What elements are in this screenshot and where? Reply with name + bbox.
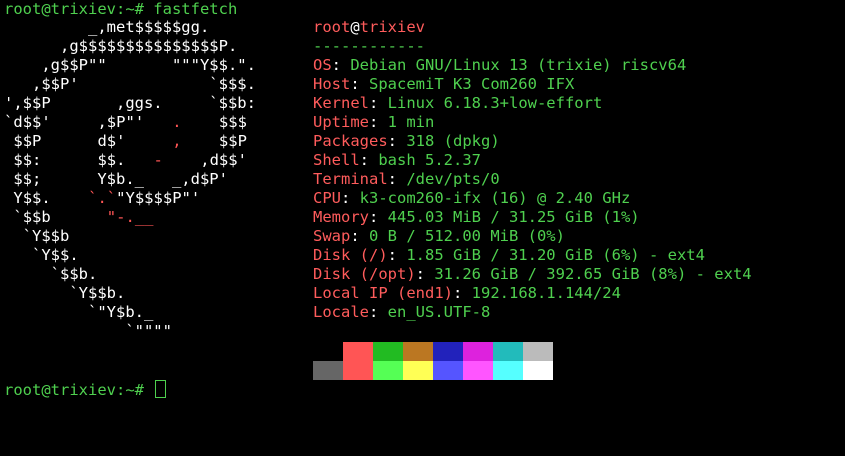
logo-line: `Y$$b [4,227,70,245]
info-key: OS [313,56,332,74]
palette-swatch-bright [313,361,343,380]
logo-line: ,g$$P"" """Y$$.". [4,56,256,74]
info-row: Local IP (end1): 192.168.1.144/24 [313,284,621,302]
user-host-header: root@trixiev [313,18,752,37]
info-value: en_US.UTF-8 [387,303,491,321]
info-row: OS: Debian GNU/Linux 13 (trixie) riscv64 [313,56,687,74]
info-row: Memory: 445.03 MiB / 31.25 GiB (1%) [313,208,640,226]
info-row: Locale: en_US.UTF-8 [313,303,491,321]
color-palette [313,342,553,380]
header-separator: ------------ [313,37,425,55]
palette-swatch-bright [373,361,403,380]
palette-swatch [463,342,493,361]
info-key: Locale [313,303,369,321]
debian-logo-ascii: _,met$$$$$gg. ,g$$$$$$$$$$$$$$$P. ,g$$P"… [4,18,256,341]
palette-swatch [373,342,403,361]
info-key: CPU [313,189,341,207]
info-value: 192.168.1.144/24 [471,284,621,302]
info-value: SpacemiT K3 Com260 IFX [369,75,575,93]
palette-swatch-bright [463,361,493,380]
logo-line: ,g$$$$$$$$$$$$$$$P. [4,37,238,55]
palette-swatch [313,342,343,361]
logo-line: ',$$P ,ggs. `$$b: [4,94,256,112]
logo-line: `Y$$b. [4,284,126,302]
palette-swatch-bright [523,361,553,380]
final-prompt-line: root@trixiev:~# [4,380,167,400]
info-key: Local IP (end1) [313,284,453,302]
at-sign: @ [350,18,360,36]
logo-line: `"""" [4,322,172,340]
palette-swatch-bright [403,361,433,380]
info-value: Linux 6.18.3+low-effort [387,94,603,112]
info-row: Host: SpacemiT K3 Com260 IFX [313,75,575,93]
palette-swatch [433,342,463,361]
palette-swatch-bright [493,361,523,380]
palette-normal-row [313,342,553,361]
info-row: Swap: 0 B / 512.00 MiB (0%) [313,227,565,245]
info-value: 1.85 GiB / 31.20 GiB (6%) - ext4 [406,246,705,264]
info-value: 0 B / 512.00 MiB (0%) [369,227,565,245]
hostname: trixiev [359,18,425,36]
info-value: 445.03 MiB / 31.25 GiB (1%) [387,208,640,226]
info-row: CPU: k3-com260-ifx (16) @ 2.40 GHz [313,189,631,207]
logo-line: $$P d$' , $$P [13,132,247,150]
logo-line: Y$$. `.`"Y$$$$P"' [13,189,201,207]
info-value: 318 (dpkg) [406,132,500,150]
palette-swatch-bright [433,361,463,380]
info-value: 31.26 GiB / 392.65 GiB (8%) - ext4 [434,265,752,283]
palette-swatch [493,342,523,361]
info-key: Disk (/opt) [313,265,416,283]
logo-line: $$; Y$b._ _,d$P' [4,170,228,188]
logo-line: `"Y$b._ [4,303,154,321]
palette-swatch [523,342,553,361]
info-value: 1 min [387,113,435,131]
info-row: Shell: bash 5.2.37 [313,151,481,169]
info-row: Uptime: 1 min [313,113,435,131]
info-key: Packages [313,132,388,150]
palette-bright-row [313,361,553,380]
info-row: Kernel: Linux 6.18.3+low-effort [313,94,603,112]
logo-line: `$$b "-.__ [13,208,154,226]
info-value: /dev/pts/0 [406,170,500,188]
info-key: Disk (/) [313,246,388,264]
info-key: Swap [313,227,351,245]
palette-swatch [343,342,373,361]
logo-line: $$: $$. - ,d$$' [13,151,247,169]
logo-line: `d$$' ,$P"' . $$$ [4,113,247,131]
info-row: Terminal: /dev/pts/0 [313,170,500,188]
logo-line: `Y$$. [4,246,79,264]
info-key: Shell [313,151,360,169]
info-key: Host [313,75,351,93]
username: root [313,18,351,36]
info-row: Disk (/): 1.85 GiB / 31.20 GiB (6%) - ex… [313,246,705,264]
info-value: bash 5.2.37 [378,151,481,169]
logo-line: _,met$$$$$gg. [4,18,210,36]
info-key: Kernel [313,94,369,112]
info-key: Uptime [313,113,369,131]
info-value: Debian GNU/Linux 13 (trixie) riscv64 [350,56,687,74]
final-prompt: root@trixiev:~# [4,381,154,399]
info-row: Disk (/opt): 31.26 GiB / 392.65 GiB (8%)… [313,265,752,283]
palette-swatch-bright [343,361,373,380]
command-prompt-line: root@trixiev:~# fastfetch [4,0,238,18]
text-cursor[interactable] [155,380,167,398]
info-key: Memory [313,208,369,226]
info-value: k3-com260-ifx (16) @ 2.40 GHz [359,189,631,207]
info-key: Terminal [313,170,388,188]
terminal-window[interactable]: root@trixiev:~# fastfetch _,met$$$$$gg. … [0,0,845,456]
logo-line: ,$$P' `$$$. [4,75,256,93]
info-row: Packages: 318 (dpkg) [313,132,500,150]
logo-line: `$$b. [4,265,98,283]
system-info-panel: root@trixiev ------------ OS: Debian GNU… [313,18,752,322]
palette-swatch [403,342,433,361]
